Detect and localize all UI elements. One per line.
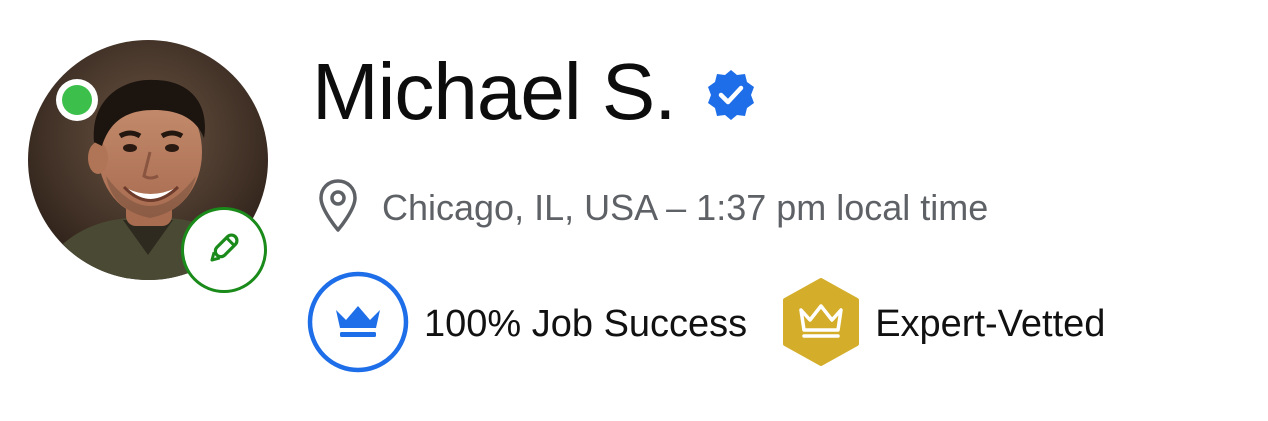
location-text: Chicago, IL, USA – 1:37 pm local time [382,187,989,228]
profile-header: Michael S. [312,42,759,142]
job-success-badge[interactable]: 100% Job Success [306,270,747,379]
job-success-label: 100% Job Success [424,303,748,345]
location-pin-icon [318,178,358,239]
edit-avatar-button[interactable] [181,207,267,293]
badges-row: 100% Job Success Expert-Vetted [306,270,1106,379]
location-row: Chicago, IL, USA – 1:37 pm local time [318,176,988,240]
crown-icon [306,270,410,379]
pencil-icon [204,228,244,273]
expert-vetted-badge[interactable]: Expert-Vetted [781,277,1106,371]
online-status-indicator [56,79,98,121]
expert-vetted-label: Expert-Vetted [875,303,1106,345]
verified-badge-icon [703,67,759,123]
crown-icon [781,277,861,371]
profile-name: Michael S. [312,47,676,136]
